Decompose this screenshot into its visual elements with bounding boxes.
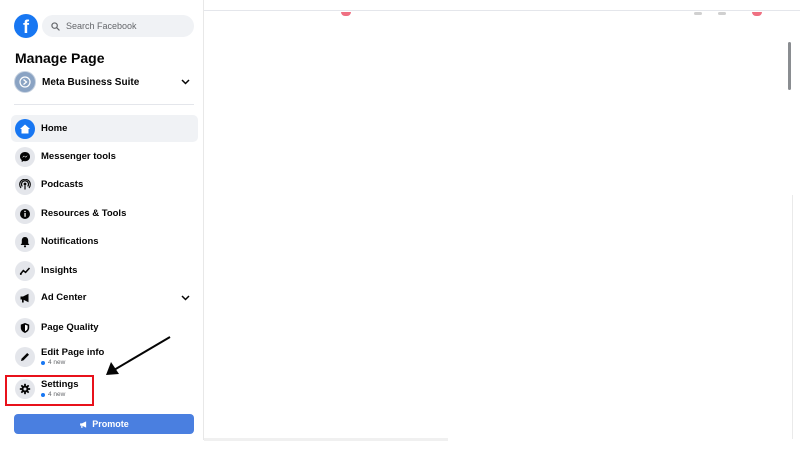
- sidebar-item-label: Resources & Tools: [41, 207, 127, 219]
- search-input[interactable]: Search Facebook: [42, 15, 194, 37]
- pencil-icon: [15, 346, 35, 367]
- promote-button[interactable]: Promote: [14, 414, 194, 434]
- sidebar-item-messenger-tools[interactable]: Messenger tools: [11, 143, 198, 170]
- new-count-text: 4 new: [48, 358, 66, 366]
- main-content-area: [204, 11, 798, 441]
- search-icon: [51, 21, 60, 31]
- search-placeholder: Search Facebook: [66, 21, 137, 31]
- shield-icon: [15, 317, 35, 338]
- chevron-down-icon[interactable]: [181, 294, 190, 301]
- insights-icon: [15, 260, 35, 281]
- divider: [14, 104, 194, 105]
- sidebar-item-label: Edit Page info: [41, 346, 105, 358]
- megaphone-icon: [15, 287, 35, 308]
- scrollbar[interactable]: [788, 42, 791, 90]
- info-icon: [15, 203, 35, 224]
- sidebar-item-label: Insights: [41, 264, 78, 276]
- sidebar-item-home[interactable]: Home: [11, 115, 198, 142]
- sidebar-item-label: Ad Center: [41, 291, 87, 303]
- sidebar-item-podcasts[interactable]: Podcasts: [11, 171, 198, 198]
- home-icon: [15, 118, 35, 139]
- unread-dot: [41, 360, 45, 365]
- promote-label: Promote: [92, 419, 129, 429]
- sidebar-item-notifications[interactable]: Notifications: [11, 228, 198, 255]
- sidebar-item-label: Page Quality: [41, 321, 99, 333]
- messenger-icon: [15, 146, 35, 167]
- sidebar-item-resources-tools[interactable]: Resources & Tools: [11, 200, 198, 227]
- header-icon: [694, 12, 702, 15]
- new-count-badge: 4 new: [41, 359, 104, 367]
- right-edge-divider: [792, 195, 793, 439]
- bottom-edge: [204, 438, 448, 441]
- settings-highlight-box: [5, 375, 94, 406]
- annotation-arrow: [106, 336, 171, 375]
- page-title: Manage Page: [15, 50, 105, 66]
- business-suite-label: Meta Business Suite: [42, 76, 140, 88]
- sidebar-item-label: Notifications: [41, 235, 99, 247]
- megaphone-icon: [80, 420, 87, 428]
- meta-business-suite-icon: [14, 71, 36, 93]
- sidebar-item-label: Podcasts: [41, 178, 84, 190]
- sidebar-item-insights[interactable]: Insights: [11, 257, 198, 284]
- header-icon: [718, 12, 726, 15]
- bell-icon: [15, 231, 35, 252]
- sidebar-item-label: Messenger tools: [41, 150, 116, 162]
- facebook-logo[interactable]: f: [14, 14, 38, 38]
- sidebar-item-label: Home: [41, 122, 68, 134]
- sidebar-item-ad-center[interactable]: Ad Center: [11, 284, 198, 311]
- business-suite-selector[interactable]: Meta Business Suite: [14, 71, 194, 93]
- podcast-icon: [15, 174, 35, 195]
- chevron-down-icon: [181, 79, 190, 85]
